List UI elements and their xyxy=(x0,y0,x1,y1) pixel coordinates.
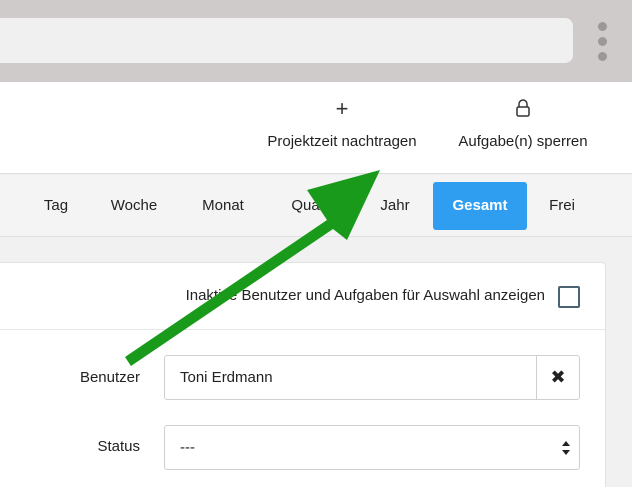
show-inactive-label: Inaktive Benutzer und Aufgaben für Auswa… xyxy=(185,287,545,304)
lock-tasks-button[interactable]: Aufgabe(n) sperren xyxy=(450,82,596,174)
user-field[interactable]: Toni Erdmann xyxy=(164,355,537,400)
tab-total[interactable]: Gesamt xyxy=(433,182,527,230)
tab-year[interactable]: Jahr xyxy=(370,182,420,230)
lock-tasks-label: Aufgabe(n) sperren xyxy=(458,133,588,150)
user-field-label: Benutzer xyxy=(79,369,140,386)
address-bar[interactable] xyxy=(0,18,573,63)
vertical-dots-icon[interactable] xyxy=(594,22,610,62)
select-arrows-icon xyxy=(562,441,570,455)
browser-chrome xyxy=(0,0,632,82)
add-project-time-button[interactable]: + Projektzeit nachtragen xyxy=(258,82,426,174)
tab-day[interactable]: Tag xyxy=(34,182,78,230)
plus-icon: + xyxy=(335,96,349,121)
tab-quarter[interactable]: Quartal xyxy=(278,182,354,230)
tab-week[interactable]: Woche xyxy=(100,182,168,230)
action-toolbar: + Projektzeit nachtragen Aufgabe(n) sper… xyxy=(0,82,632,174)
status-select[interactable]: --- xyxy=(164,425,580,470)
tab-month[interactable]: Monat xyxy=(190,182,256,230)
show-inactive-row: Inaktive Benutzer und Aufgaben für Auswa… xyxy=(0,263,605,330)
status-field-label: Status xyxy=(97,438,140,455)
close-icon: ✖ xyxy=(550,367,566,387)
status-select-value: --- xyxy=(180,439,195,456)
show-inactive-checkbox[interactable] xyxy=(558,286,580,308)
period-tabs: Tag Woche Monat Quartal Jahr Gesamt Frei xyxy=(0,175,632,237)
lock-icon xyxy=(450,98,596,120)
clear-user-button[interactable]: ✖ xyxy=(536,355,580,400)
tab-free[interactable]: Frei xyxy=(540,182,584,230)
add-project-time-label: Projektzeit nachtragen xyxy=(267,133,417,150)
filter-panel: Inaktive Benutzer und Aufgaben für Auswa… xyxy=(0,262,606,487)
